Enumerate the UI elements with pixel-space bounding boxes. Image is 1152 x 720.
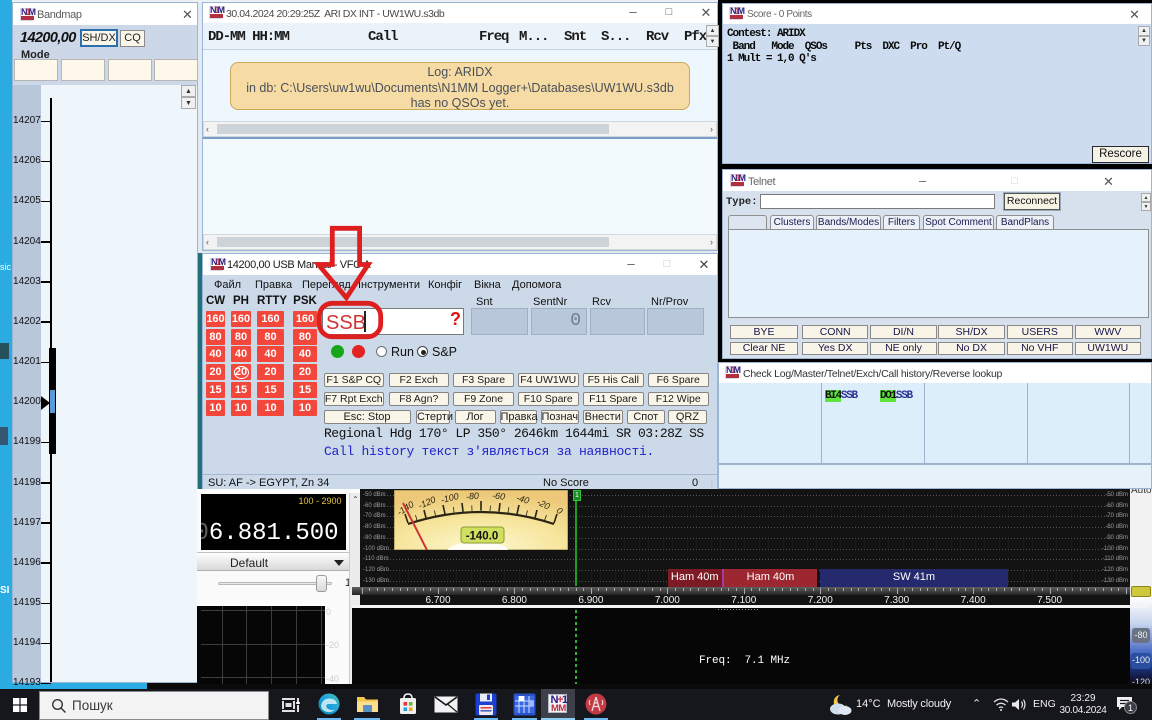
svg-text:-80: -80 [466, 491, 480, 502]
svg-text:-60: -60 [492, 490, 506, 501]
svg-text:-140.0: -140.0 [466, 531, 499, 543]
